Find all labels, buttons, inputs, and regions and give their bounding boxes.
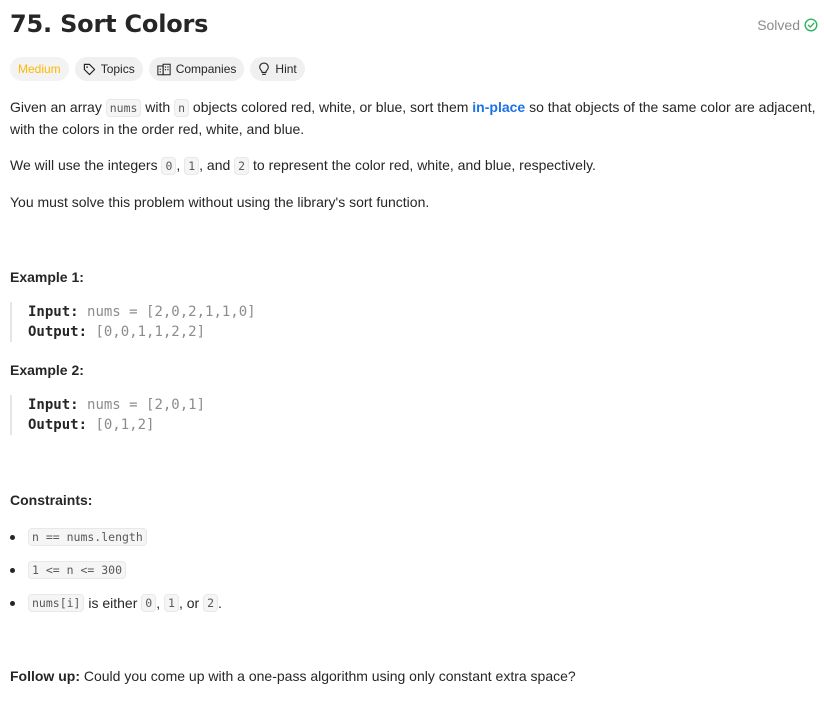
inline-code: n == nums.length xyxy=(28,528,147,546)
difficulty-badge: Medium xyxy=(10,57,69,81)
inline-code: 0 xyxy=(161,157,177,175)
solved-label: Solved xyxy=(757,17,800,33)
inline-code: 2 xyxy=(234,157,250,175)
lightbulb-icon xyxy=(258,62,270,76)
example-output: [0,0,1,1,2,2] xyxy=(95,324,206,340)
description-paragraph-3: You must solve this problem without usin… xyxy=(10,194,430,210)
in-place-link[interactable]: in-place xyxy=(472,99,525,115)
list-item: 1 <= n <= 300 xyxy=(10,561,127,579)
topics-label: Topics xyxy=(100,62,135,76)
example-input: nums = [2,0,2,1,1,0] xyxy=(87,304,256,320)
output-label: Output: xyxy=(28,417,88,433)
text: so that objects of the same color are ad… xyxy=(525,99,816,115)
description-paragraph-2: We will use the integers 0, 1, and 2 to … xyxy=(10,155,596,177)
companies-button[interactable]: Companies xyxy=(148,57,245,81)
constraints-title: Constraints: xyxy=(10,492,93,508)
text: . xyxy=(218,595,222,611)
example-input: nums = [2,0,1] xyxy=(87,397,206,413)
building-icon xyxy=(157,63,171,76)
input-label: Input: xyxy=(28,304,79,320)
input-label: Input: xyxy=(28,397,79,413)
inline-code: n xyxy=(174,99,190,117)
problem-title: 75. Sort Colors xyxy=(10,10,209,38)
text: , and xyxy=(199,157,235,173)
example-2-title: Example 2: xyxy=(10,362,84,378)
inline-code: 1 xyxy=(164,594,179,612)
description-paragraph-1: Given an array nums with n objects color… xyxy=(10,97,815,140)
text: with xyxy=(141,99,175,115)
inline-code: 0 xyxy=(141,594,157,612)
follow-up: Follow up: Could you come up with a one-… xyxy=(10,668,576,684)
hint-label: Hint xyxy=(275,62,297,76)
text: , or xyxy=(178,595,204,611)
inline-code: 1 xyxy=(184,157,200,175)
bullet xyxy=(10,534,15,540)
text: with the colors in the order red, white,… xyxy=(10,121,305,137)
inline-code: nums[i] xyxy=(28,594,85,612)
example-2-block: Input: nums = [2,0,1] Output: [0,1,2] xyxy=(10,395,428,435)
follow-up-label: Follow up: xyxy=(10,668,80,684)
list-item: n == nums.length xyxy=(10,528,147,546)
text: Given an array xyxy=(10,99,106,115)
text: is either xyxy=(84,595,142,611)
bullet xyxy=(10,567,15,573)
text: to represent the color red, white, and b… xyxy=(249,157,596,173)
tag-icon xyxy=(83,63,96,76)
output-label: Output: xyxy=(28,324,88,340)
topics-button[interactable]: Topics xyxy=(74,57,143,81)
text: We will use the integers xyxy=(10,157,162,173)
inline-code: nums xyxy=(105,99,142,117)
example-1-title: Example 1: xyxy=(10,269,84,285)
check-circle-icon xyxy=(804,18,818,32)
text: objects colored red, white, or blue, sor… xyxy=(189,99,473,115)
text: , xyxy=(156,595,164,611)
inline-code: 1 <= n <= 300 xyxy=(28,561,127,579)
list-item: nums[i] is either 0, 1, or 2. xyxy=(10,594,222,612)
follow-up-text: Could you come up with a one-pass algori… xyxy=(79,668,576,684)
solved-status: Solved xyxy=(757,17,818,33)
example-1-block: Input: nums = [2,0,2,1,1,0] Output: [0,0… xyxy=(10,302,428,342)
companies-label: Companies xyxy=(175,62,237,76)
bullet xyxy=(10,600,15,606)
hint-button[interactable]: Hint xyxy=(250,57,305,81)
example-output: [0,1,2] xyxy=(95,417,155,433)
inline-code: 2 xyxy=(203,594,218,612)
tag-bar: Medium Topics Companies Hint xyxy=(10,57,305,81)
